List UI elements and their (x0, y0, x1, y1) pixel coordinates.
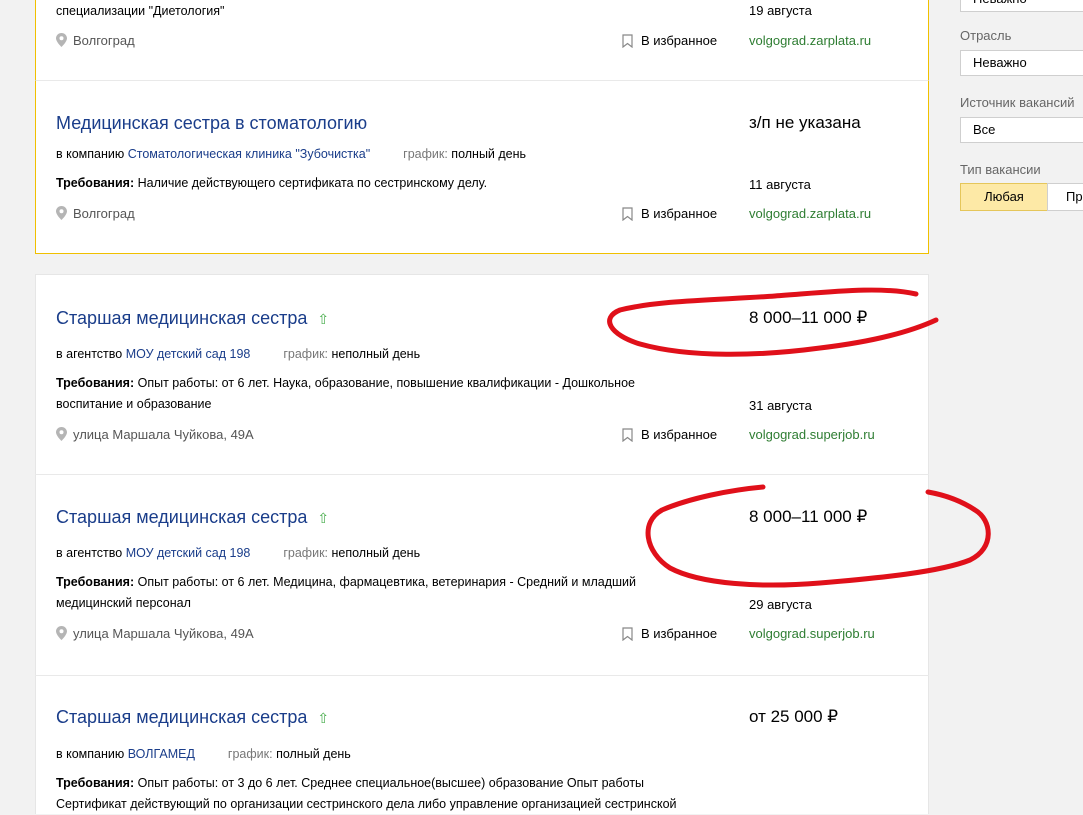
vacancy-card: Медицинская сестра в стоматологию з/п не… (35, 81, 929, 254)
vacancy-employer-line: в агентство МОУ детский сад 198 график: … (56, 346, 420, 363)
requirements-value: Наличие действующего сертификата по сест… (137, 176, 488, 190)
favorites-label: В избранное (641, 206, 718, 221)
schedule-label: график: (403, 147, 448, 161)
schedule-value: неполный день (331, 347, 421, 361)
employer-link[interactable]: ВОЛГАМЕД (128, 747, 195, 761)
add-to-favorites-button[interactable]: В избранное (622, 205, 717, 222)
vacancy-title-link[interactable]: Старшая медицинская сестра ⇧ (56, 706, 329, 729)
requirements-label: Требования: (56, 176, 135, 190)
requirements-text: Требования: Опыт работы: от 3 до 6 лет. … (56, 773, 716, 815)
vacancy-source-label: Источник вакансий (960, 95, 1075, 110)
promoted-arrow-icon: ⇧ (317, 311, 330, 327)
employer-link[interactable]: Стоматологическая клиника "Зубочистка" (128, 147, 370, 161)
vacancy-type-label: Тип вакансии (960, 162, 1041, 177)
favorites-label: В избранное (641, 427, 718, 442)
vacancy-type-any-button[interactable]: Любая (960, 183, 1048, 211)
add-to-favorites-button[interactable]: В избранное (622, 32, 717, 49)
vacancy-employer-line: в компанию Стоматологическая клиника "Зу… (56, 146, 526, 163)
vacancy-type-other-button[interactable]: Пр (1047, 183, 1083, 211)
add-to-favorites-button[interactable]: В избранное (622, 625, 717, 642)
vacancy-card: Старшая медицинская сестра ⇧ 8 000–11 000… (35, 475, 929, 675)
schedule-value: полный день (451, 147, 527, 161)
vacancy-date: 19 августа (749, 3, 812, 18)
vacancy-source-link[interactable]: volgograd.zarplata.ru (749, 32, 871, 49)
bookmark-icon (622, 207, 633, 221)
favorites-label: В избранное (641, 33, 718, 48)
vacancy-location[interactable]: Волгоград (56, 32, 135, 49)
vacancy-date: 31 августа (749, 398, 812, 413)
vacancy-title-link[interactable]: Старшая медицинская сестра ⇧ (56, 307, 329, 330)
location-text: улица Маршала Чуйкова, 49А (73, 626, 254, 641)
employer-prefix: в компанию (56, 147, 125, 161)
vacancy-salary: 8 000–11 000 ₽ (749, 308, 868, 327)
vacancy-employer-line: в агентство МОУ детский сад 198 график: … (56, 545, 420, 562)
location-text: Волгоград (73, 206, 135, 221)
location-pin-icon (56, 33, 67, 47)
requirements-value: Опыт работы: от 3 до 6 лет. Среднее спец… (56, 776, 677, 811)
vacancy-salary: 8 000–11 000 ₽ (749, 507, 868, 526)
vacancy-employer-line: в компанию ВОЛГАМЕД график: полный день (56, 746, 351, 763)
industry-label: Отрасль (960, 28, 1012, 43)
promoted-arrow-icon: ⇧ (317, 510, 330, 526)
vacancy-title-text: Старшая медицинская сестра (56, 707, 308, 727)
vacancy-title-text: Старшая медицинская сестра (56, 308, 308, 328)
add-to-favorites-button[interactable]: В избранное (622, 426, 717, 443)
vacancy-date: 11 августа (749, 177, 811, 192)
requirements-text: специализации "Диетология" (56, 4, 225, 18)
location-text: улица Маршала Чуйкова, 49А (73, 427, 254, 442)
filter-select-top[interactable]: Неважно (960, 0, 1083, 12)
schedule-label: график: (283, 546, 329, 560)
requirements-text: Требования: Наличие действующего сертифи… (56, 173, 696, 194)
vacancy-card: Старшая медицинская сестра ⇧ от 25 000 ₽ … (35, 676, 929, 814)
vacancy-card: Старшая медицинская сестра ⇧ 8 000–11 000… (35, 274, 929, 475)
location-text: Волгоград (73, 33, 135, 48)
vacancy-date: 29 августа (749, 597, 812, 612)
industry-select[interactable]: Неважно (960, 50, 1083, 76)
vacancy-title-link[interactable]: Старшая медицинская сестра ⇧ (56, 506, 329, 529)
vacancy-source-link[interactable]: volgograd.zarplata.ru (749, 205, 871, 222)
requirements-label: Требования: (56, 776, 135, 790)
vacancy-salary: от 25 000 ₽ (749, 707, 839, 726)
bookmark-icon (622, 428, 633, 442)
employer-prefix: в агентство (56, 347, 123, 361)
bookmark-icon (622, 627, 633, 641)
requirements-text: Требования: Опыт работы: от 6 лет. Медиц… (56, 572, 696, 614)
vacancy-salary: з/п не указана (749, 113, 861, 132)
requirements-value: Опыт работы: от 6 лет. Медицина, фармаце… (56, 575, 636, 610)
vacancy-source-select[interactable]: Все (960, 117, 1083, 143)
requirements-text: Требования: Опыт работы: от 6 лет. Наука… (56, 373, 696, 415)
bookmark-icon (622, 34, 633, 48)
employer-prefix: в агентство (56, 546, 123, 560)
vacancy-source-link[interactable]: volgograd.superjob.ru (749, 426, 875, 443)
location-pin-icon (56, 427, 67, 441)
employer-prefix: в компанию (56, 747, 125, 761)
vacancy-source-link[interactable]: volgograd.superjob.ru (749, 625, 875, 642)
employer-link[interactable]: МОУ детский сад 198 (126, 347, 251, 361)
vacancy-location[interactable]: улица Маршала Чуйкова, 49А (56, 625, 254, 642)
schedule-label: график: (227, 747, 273, 761)
employer-link[interactable]: МОУ детский сад 198 (126, 546, 251, 560)
requirements-label: Требования: (56, 575, 135, 589)
requirements-value: Опыт работы: от 6 лет. Наука, образовани… (56, 376, 635, 411)
vacancy-location[interactable]: улица Маршала Чуйкова, 49А (56, 426, 254, 443)
location-pin-icon (56, 626, 67, 640)
vacancy-title-link[interactable]: Медицинская сестра в стоматологию (56, 112, 367, 134)
vacancy-location[interactable]: Волгоград (56, 205, 135, 222)
schedule-label: график: (283, 347, 329, 361)
schedule-value: неполный день (331, 546, 421, 560)
promoted-arrow-icon: ⇧ (317, 710, 330, 726)
vacancy-card: специализации "Диетология" 19 августа Во… (35, 0, 929, 81)
favorites-label: В избранное (641, 626, 718, 641)
requirements-label: Требования: (56, 376, 135, 390)
vacancy-title-text: Старшая медицинская сестра (56, 507, 308, 527)
location-pin-icon (56, 206, 67, 220)
schedule-value: полный день (276, 747, 351, 761)
